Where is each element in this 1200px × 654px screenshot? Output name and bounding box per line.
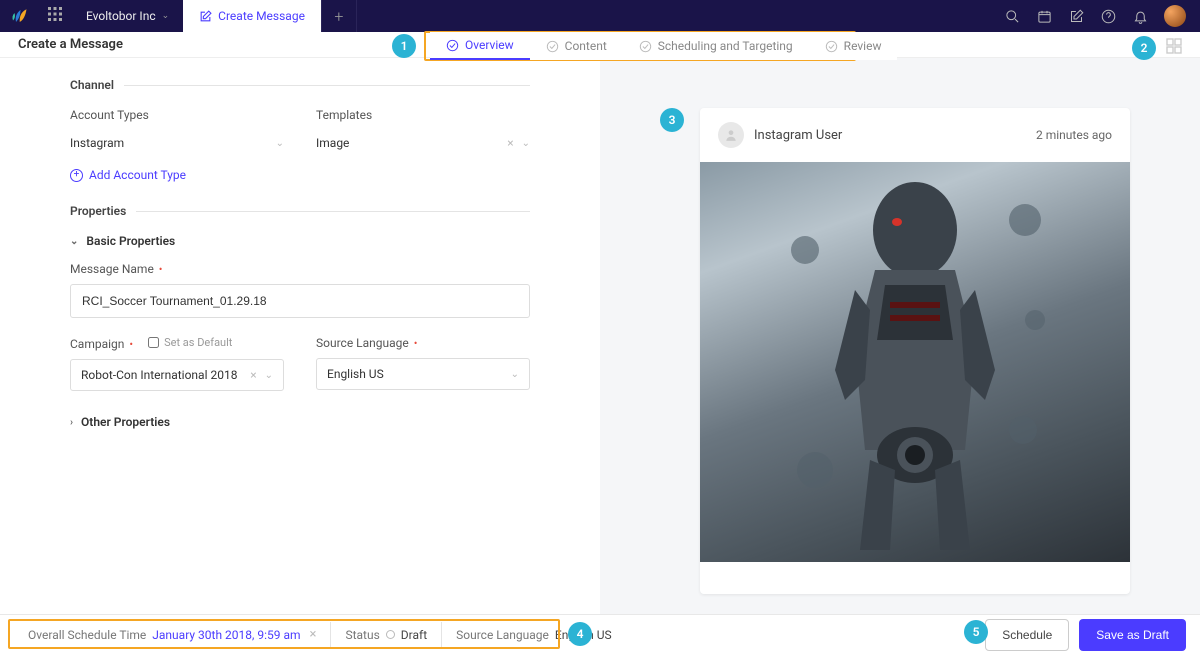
basic-properties-label: Basic Properties (86, 234, 175, 248)
chevron-down-icon: ⌄ (162, 11, 170, 21)
search-icon[interactable] (1004, 8, 1020, 24)
workspace-selector[interactable]: Evoltobor Inc ⌄ (72, 9, 183, 23)
campaign-label: Campaign • Set as Default (70, 336, 284, 351)
clear-icon[interactable]: × (250, 368, 256, 382)
templates-value: Image (316, 136, 349, 150)
status-dot-icon (386, 630, 395, 639)
account-types-select[interactable]: Instagram ⌄ (70, 130, 284, 156)
campaign-select[interactable]: Robot-Con International 2018 × ⌄ (70, 359, 284, 391)
layout-toggle-icon[interactable] (1166, 38, 1182, 54)
step-scheduling[interactable]: Scheduling and Targeting (623, 32, 809, 60)
app-logo[interactable] (0, 7, 38, 25)
top-navbar: Evoltobor Inc ⌄ Create Message + (0, 0, 1200, 32)
plus-icon: + (334, 7, 343, 26)
preview-timestamp: 2 minutes ago (1036, 128, 1112, 142)
footer-source-lang-value: English US (555, 628, 612, 642)
clear-schedule-icon[interactable]: × (310, 627, 317, 642)
add-account-type-label: Add Account Type (89, 168, 186, 182)
step-review-label: Review (844, 39, 882, 53)
plus-circle-icon: + (70, 169, 83, 182)
preview-card: Instagram User 2 minutes ago (700, 108, 1130, 594)
calendar-icon[interactable] (1036, 8, 1052, 24)
footer-status-value: Draft (401, 628, 427, 642)
user-avatar[interactable] (1164, 5, 1186, 27)
chevron-right-icon: › (70, 417, 73, 428)
footer-schedule-label: Overall Schedule Time (28, 628, 146, 642)
add-account-type-link[interactable]: + Add Account Type (70, 168, 530, 182)
other-properties-label: Other Properties (81, 415, 170, 429)
properties-section-label: Properties (70, 204, 126, 218)
other-properties-toggle[interactable]: › Other Properties (70, 415, 530, 429)
step-content-label: Content (565, 39, 607, 53)
source-language-value: English US (327, 367, 384, 381)
bell-icon[interactable] (1132, 8, 1148, 24)
new-tab-button[interactable]: + (321, 0, 357, 32)
chevron-down-icon: ⌄ (511, 369, 519, 380)
set-default-checkbox[interactable]: Set as Default (148, 336, 232, 349)
save-draft-button[interactable]: Save as Draft (1079, 619, 1186, 651)
preview-panel: Instagram User 2 minutes ago (600, 58, 1200, 614)
preview-image (700, 162, 1130, 562)
source-language-label: Source Language • (316, 336, 530, 350)
footer-source-lang: Source Language English US (442, 622, 625, 648)
step-scheduling-label: Scheduling and Targeting (658, 39, 793, 53)
preview-avatar (718, 122, 744, 148)
set-default-label: Set as Default (164, 336, 232, 349)
source-language-select[interactable]: English US ⌄ (316, 358, 530, 390)
campaign-value: Robot-Con International 2018 (81, 368, 237, 382)
apps-grid-icon[interactable] (38, 7, 72, 25)
tab-label: Create Message (218, 9, 305, 23)
step-review[interactable]: Review (809, 32, 898, 60)
step-tabs: Overview Content Scheduling and Targetin… (430, 32, 897, 60)
nav-right (1004, 5, 1200, 27)
account-types-label: Account Types (70, 108, 284, 122)
message-name-label: Message Name • (70, 262, 530, 276)
clear-icon[interactable]: × (507, 136, 513, 150)
basic-properties-toggle[interactable]: ⌄ Basic Properties (70, 234, 530, 248)
properties-section-header: Properties (70, 204, 530, 218)
tab-create-message[interactable]: Create Message (183, 0, 321, 32)
preview-header: Instagram User 2 minutes ago (700, 108, 1130, 162)
compose-icon[interactable] (1068, 8, 1084, 24)
step-overview-label: Overview (465, 38, 514, 52)
footer-bar: Overall Schedule Time January 30th 2018,… (0, 614, 1200, 654)
channel-section-header: Channel (70, 78, 530, 92)
chevron-down-icon: ⌄ (276, 138, 284, 149)
footer-schedule-time: Overall Schedule Time January 30th 2018,… (14, 622, 331, 648)
form-panel: Channel Account Types Instagram ⌄ Templa… (0, 58, 600, 614)
channel-section-label: Channel (70, 78, 114, 92)
templates-label: Templates (316, 108, 530, 122)
schedule-button[interactable]: Schedule (985, 619, 1069, 651)
account-types-value: Instagram (70, 136, 124, 150)
step-content[interactable]: Content (530, 32, 623, 60)
page-title: Create a Message (18, 37, 123, 52)
step-overview[interactable]: Overview (430, 32, 530, 60)
workspace-name: Evoltobor Inc (86, 9, 156, 23)
message-name-input[interactable] (70, 284, 530, 318)
main-content: Channel Account Types Instagram ⌄ Templa… (0, 58, 1200, 614)
footer-source-lang-label: Source Language (456, 628, 549, 642)
nav-left: Evoltobor Inc ⌄ Create Message + (0, 0, 357, 32)
chevron-down-icon: ⌄ (265, 370, 273, 381)
chevron-down-icon: ⌄ (70, 236, 78, 247)
preview-username: Instagram User (754, 128, 842, 143)
footer-schedule-value[interactable]: January 30th 2018, 9:59 am (152, 628, 300, 642)
help-icon[interactable] (1100, 8, 1116, 24)
templates-select[interactable]: Image × ⌄ (316, 130, 530, 156)
footer-status-label: Status (345, 628, 379, 642)
footer-status: Status Draft (331, 622, 442, 648)
chevron-down-icon: ⌄ (522, 138, 530, 149)
footer-info: Overall Schedule Time January 30th 2018,… (14, 615, 626, 654)
footer-actions: Schedule Save as Draft (985, 619, 1186, 651)
